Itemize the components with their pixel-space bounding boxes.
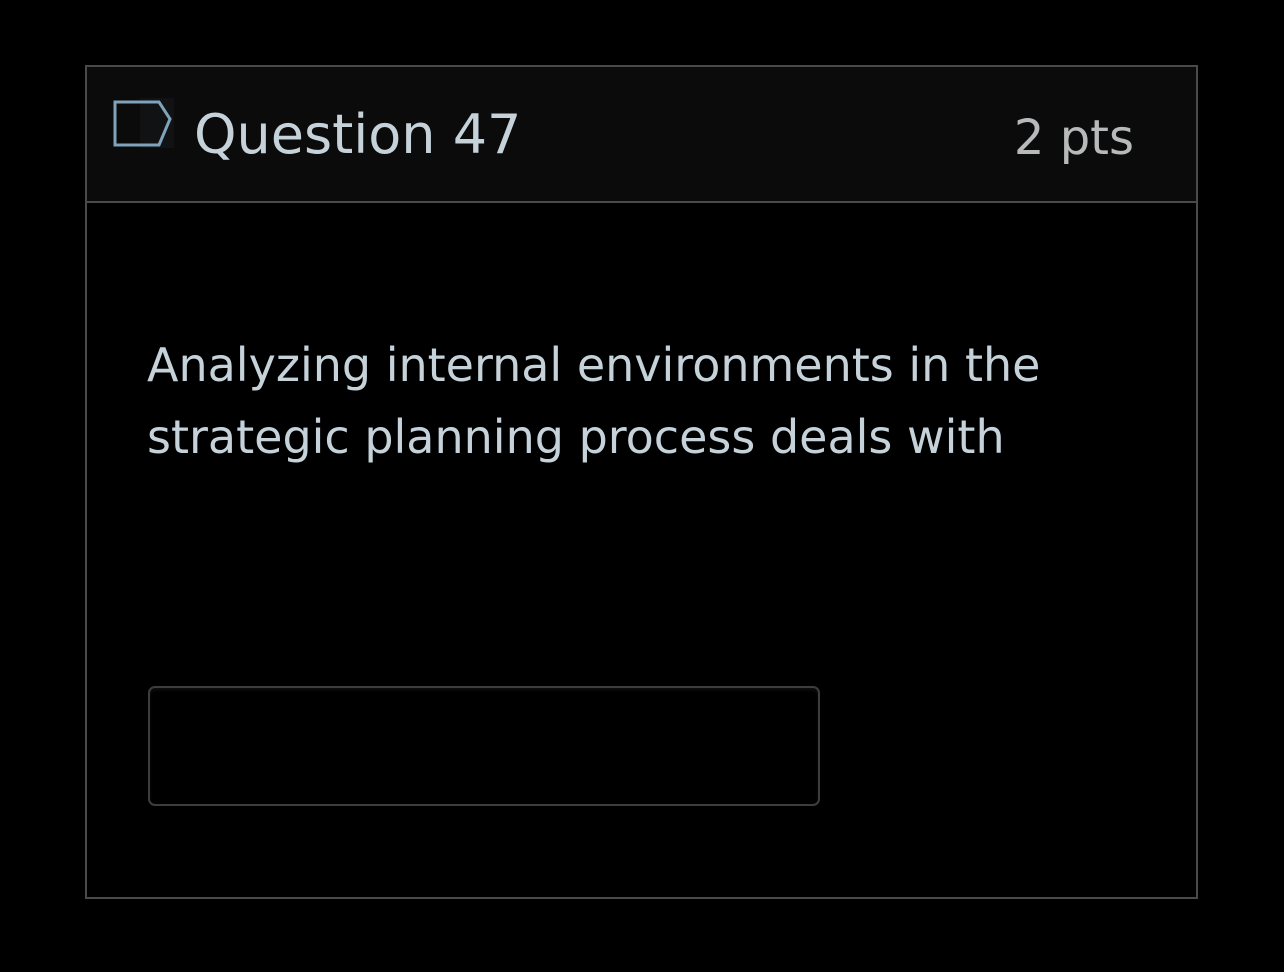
flag-question-icon[interactable] [112, 98, 174, 148]
question-header: Question 47 2 pts [87, 67, 1196, 203]
question-text: Analyzing internal environments in the s… [147, 338, 1041, 464]
question-points: 2 pts [1013, 110, 1134, 166]
question-title: Question 47 [194, 103, 522, 166]
answer-input[interactable] [148, 686, 820, 806]
question-card: Question 47 2 pts Analyzing internal env… [85, 65, 1198, 899]
